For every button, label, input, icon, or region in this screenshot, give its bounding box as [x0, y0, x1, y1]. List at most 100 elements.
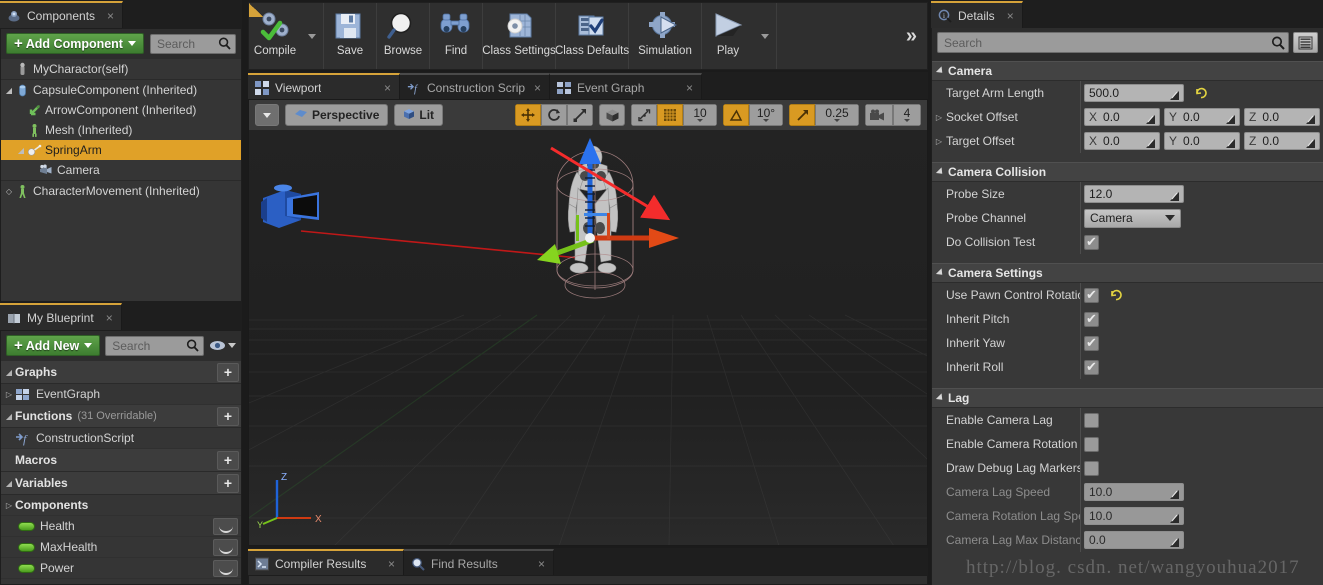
add-item-button[interactable]: + [217, 473, 239, 493]
number-input[interactable]: 500.0 [1084, 84, 1184, 102]
column-divider[interactable] [1080, 283, 1081, 307]
toolbar-button-compile[interactable]: Compile [249, 3, 301, 69]
tab-find-results[interactable]: Find Results × [404, 549, 554, 576]
expand-arrow-icon[interactable]: ▷ [3, 390, 15, 399]
property-row[interactable]: Inherit Yaw [932, 331, 1323, 355]
expand-arrow-icon[interactable]: ◢ [3, 412, 15, 421]
myblueprint-category[interactable]: ◢ Functions (31 Overridable) + [1, 405, 241, 428]
checkbox[interactable] [1084, 412, 1099, 428]
drag-spinner-icon[interactable] [1170, 512, 1179, 523]
details-category-header[interactable]: Camera [932, 61, 1323, 81]
property-row[interactable]: Probe Channel Camera [932, 206, 1323, 230]
myblueprint-variable[interactable]: Health [1, 516, 241, 537]
expand-arrow-icon[interactable] [935, 268, 946, 278]
drag-spinner-icon[interactable] [1170, 536, 1179, 547]
close-icon[interactable]: × [388, 557, 395, 571]
eye-icon[interactable] [209, 339, 236, 352]
column-divider[interactable] [1080, 331, 1081, 355]
tab-my-blueprint[interactable]: My Blueprint × [0, 303, 122, 330]
column-divider[interactable] [1080, 182, 1081, 206]
details-category-header[interactable]: Camera Settings [932, 263, 1323, 283]
checkbox[interactable] [1084, 311, 1099, 327]
drag-spinner-icon[interactable] [1226, 137, 1235, 148]
property-row[interactable]: Use Pawn Control Rotatio [932, 283, 1323, 307]
expand-arrow-icon[interactable] [935, 66, 946, 76]
checkbox[interactable] [1084, 436, 1099, 452]
grid-view-icon[interactable] [1293, 32, 1318, 53]
property-row[interactable]: Inherit Pitch [932, 307, 1323, 331]
viewport-3d-scene[interactable]: Z X Y [249, 130, 927, 545]
revert-icon[interactable] [1110, 289, 1123, 302]
grid-snap-toggle[interactable] [657, 104, 683, 126]
myblueprint-variable[interactable]: Power [1, 558, 241, 579]
component-tree-item[interactable]: ◢ CapsuleComponent (Inherited) [1, 80, 241, 100]
property-row[interactable]: Draw Debug Lag Markers [932, 456, 1323, 480]
column-divider[interactable] [1080, 480, 1081, 504]
world-space-icon[interactable] [599, 104, 625, 126]
toolbar-button-class-defaults[interactable]: Class Defaults [555, 3, 629, 69]
drag-spinner-icon[interactable] [1170, 89, 1179, 100]
number-input[interactable]: 0.0 [1084, 531, 1184, 549]
expand-arrow-icon[interactable]: ◢ [3, 86, 15, 95]
myblueprint-category[interactable]: ◢ Graphs + [1, 361, 241, 384]
details-category-header[interactable]: Lag [932, 388, 1323, 408]
column-divider[interactable] [1080, 105, 1081, 129]
drag-spinner-icon[interactable] [1170, 190, 1179, 201]
close-icon[interactable]: × [106, 311, 113, 325]
column-divider[interactable] [1080, 408, 1081, 432]
myblueprint-item[interactable]: ▷ EventGraph [1, 384, 241, 405]
myblueprint-category[interactable]: Macros + [1, 449, 241, 472]
property-row[interactable]: Target Arm Length 500.0 [932, 81, 1323, 105]
camera-speed-icon[interactable] [865, 104, 893, 126]
close-icon[interactable]: × [107, 9, 114, 23]
drag-spinner-icon[interactable] [1146, 137, 1155, 148]
component-tree-item[interactable]: Camera [1, 160, 241, 180]
add-component-button[interactable]: + Add Component [6, 33, 144, 54]
column-divider[interactable] [1080, 230, 1081, 254]
component-tree-item[interactable]: ◢ SpringArm [1, 140, 241, 160]
scale-snap-toggle[interactable] [789, 104, 815, 126]
close-icon[interactable]: × [686, 81, 693, 95]
number-input[interactable]: 12.0 [1084, 185, 1184, 203]
checkbox[interactable] [1084, 359, 1099, 375]
viewport-menu-button[interactable] [255, 104, 279, 126]
column-divider[interactable] [1080, 528, 1081, 552]
add-item-button[interactable]: + [217, 450, 239, 470]
property-row[interactable]: Do Collision Test [932, 230, 1323, 254]
checkbox[interactable] [1084, 460, 1099, 476]
property-row[interactable]: Enable Camera Rotation L [932, 432, 1323, 456]
components-tree[interactable]: MyCharactor(self) ◢ CapsuleComponent (Inhe… [1, 59, 241, 301]
camera-speed-value[interactable]: 4 [893, 104, 921, 126]
property-row[interactable]: ▷ Socket Offset X 0.0 Y 0.0 Z 0.0 [932, 105, 1323, 129]
myblueprint-item[interactable]: f ConstructionScript [1, 428, 241, 449]
tab-viewport[interactable]: Viewport × [248, 73, 400, 100]
close-icon[interactable]: × [1007, 9, 1014, 23]
property-row[interactable]: Probe Size 12.0 [932, 182, 1323, 206]
property-row[interactable]: Enable Camera Lag [932, 408, 1323, 432]
surface-snap-icon[interactable] [631, 104, 657, 126]
column-divider[interactable] [1080, 307, 1081, 331]
expand-arrow-icon[interactable] [935, 167, 946, 177]
column-divider[interactable] [1080, 129, 1081, 153]
toolbar-button-browse[interactable]: Browse [377, 3, 429, 69]
myblueprint-variable[interactable]: MaxHealth [1, 537, 241, 558]
column-divider[interactable] [1080, 206, 1081, 230]
myblueprint-search-input[interactable]: Search [105, 335, 204, 356]
vector-z-input[interactable]: Z 0.0 [1244, 108, 1320, 126]
components-search-input[interactable]: Search [149, 33, 236, 54]
rotate-tool[interactable] [541, 104, 567, 126]
myblueprint-subcategory[interactable]: ▷ Components [1, 495, 241, 516]
column-divider[interactable] [1080, 504, 1081, 528]
drag-spinner-icon[interactable] [1146, 113, 1155, 124]
component-tree-item[interactable]: ◇ CharacterMovement (Inherited) [1, 181, 241, 201]
toolbar-button-find[interactable]: Find [430, 3, 482, 69]
toolbar-button-simulation[interactable]: Simulation [629, 3, 701, 69]
expand-arrow-icon[interactable]: ▷ [932, 137, 946, 146]
variable-visibility-button[interactable] [213, 559, 238, 577]
toolbar-dropdown-compile[interactable] [301, 3, 323, 69]
checkbox[interactable] [1084, 287, 1099, 303]
vector-z-input[interactable]: Z 0.0 [1244, 132, 1320, 150]
toolbar-button-play[interactable]: Play [702, 3, 754, 69]
expand-arrow-icon[interactable] [935, 393, 946, 403]
property-row[interactable]: Inherit Roll [932, 355, 1323, 379]
